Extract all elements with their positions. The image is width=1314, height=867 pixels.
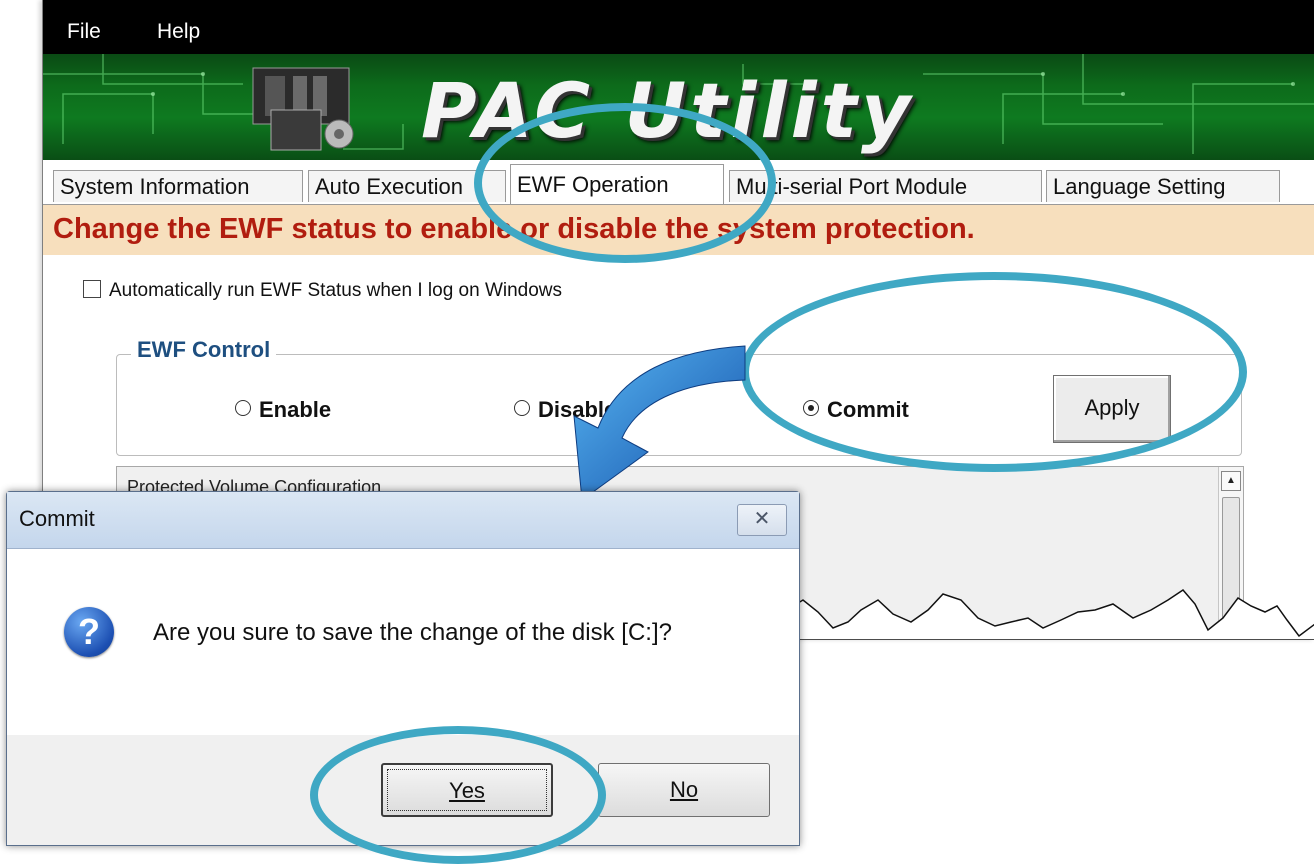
dialog-message: Are you sure to save the change of the d… (153, 619, 672, 646)
dialog-body: ? Are you sure to save the change of the… (7, 549, 799, 735)
no-label: No (669, 777, 699, 802)
question-icon: ? (64, 607, 114, 657)
close-icon[interactable]: ✕ (737, 504, 787, 536)
no-button[interactable]: No (598, 763, 770, 817)
dialog-titlebar: Commit ✕ (7, 492, 799, 549)
highlight-oval-commit (741, 272, 1247, 472)
dialog-title: Commit (19, 506, 95, 531)
highlight-oval-tab (474, 103, 776, 263)
highlight-oval-yes (310, 726, 606, 864)
